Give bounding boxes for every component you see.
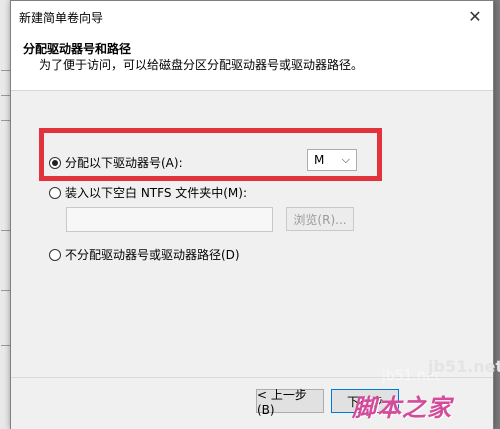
window-title: 新建简单卷向导 [19,11,104,25]
drive-letter-value: M [314,153,325,167]
close-icon: ✕ [468,6,482,26]
back-button-label: < 上一步(B) [257,387,307,417]
next-button[interactable]: 下一步 [331,389,399,413]
page-subtitle: 为了便于访问，可以给磁盘分区分配驱动器号或驱动器路径。 [39,58,364,72]
bg-mark [1,70,10,71]
new-simple-volume-wizard: 新建简单卷向导 ✕ 分配驱动器号和路径 为了便于访问，可以给磁盘分区分配驱动器号… [10,0,494,429]
bg-mark [1,345,10,346]
radio-selected-dot [52,159,58,166]
bg-mark [1,95,10,96]
option-assign-letter[interactable]: 分配以下驱动器号(A): [49,154,183,171]
browse-button-label: 浏览(R)... [293,212,347,227]
next-button-label: 下一步 [346,394,383,409]
option-mount-folder[interactable]: 装入以下空白 NTFS 文件夹中(M): [49,184,247,201]
bg-mark [1,290,10,291]
close-button[interactable]: ✕ [463,5,487,27]
assign-letter-radio[interactable] [49,156,61,169]
page-title: 分配驱动器号和路径 [23,42,132,56]
assign-letter-label: 分配以下驱动器号(A): [65,156,183,170]
folder-path-input[interactable] [66,207,273,232]
no-assign-label: 不分配驱动器号或驱动器路径(D) [65,248,240,262]
wizard-header: 分配驱动器号和路径 为了便于访问，可以给磁盘分区分配驱动器号或驱动器路径。 [11,31,493,91]
bg-mark [1,120,10,121]
no-assign-radio[interactable] [49,248,61,261]
mount-folder-label: 装入以下空白 NTFS 文件夹中(M): [65,186,248,200]
title-bar: 新建简单卷向导 ✕ [11,1,493,31]
browse-button[interactable]: 浏览(R)... [286,207,354,231]
bg-mark [1,230,10,231]
option-no-assign[interactable]: 不分配驱动器号或驱动器路径(D) [49,246,240,263]
back-button[interactable]: < 上一步(B) [256,388,324,417]
wizard-footer: < 上一步(B) 下一步 [11,377,493,429]
chevron-down-icon: ⌵ [341,153,350,166]
wizard-content: 分配以下驱动器号(A): M ⌵ 装入以下空白 NTFS 文件夹中(M): 浏览… [11,92,493,377]
drive-letter-select[interactable]: M ⌵ [307,149,357,171]
mount-folder-radio[interactable] [49,186,61,199]
